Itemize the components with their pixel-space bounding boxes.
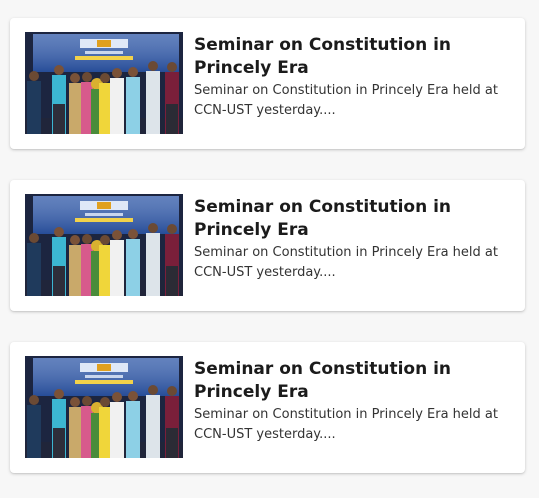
- article-card[interactable]: Seminar on Constitution in Princely Era …: [10, 180, 525, 311]
- article-excerpt: Seminar on Constitution in Princely Era …: [194, 245, 498, 280]
- article-excerpt: Seminar on Constitution in Princely Era …: [194, 83, 498, 118]
- article-title[interactable]: Seminar on Constitution in Princely Era: [194, 196, 512, 242]
- seminar-photo-icon[interactable]: [25, 356, 183, 458]
- article-title[interactable]: Seminar on Constitution in Princely Era: [194, 34, 512, 80]
- seminar-photo-icon[interactable]: [25, 194, 183, 296]
- article-card[interactable]: Seminar on Constitution in Princely Era …: [10, 18, 525, 149]
- article-card[interactable]: Seminar on Constitution in Princely Era …: [10, 342, 525, 473]
- seminar-photo-icon[interactable]: [25, 32, 183, 134]
- article-list: Seminar on Constitution in Princely Era …: [0, 0, 539, 498]
- article-excerpt: Seminar on Constitution in Princely Era …: [194, 407, 498, 442]
- article-title[interactable]: Seminar on Constitution in Princely Era: [194, 358, 512, 404]
